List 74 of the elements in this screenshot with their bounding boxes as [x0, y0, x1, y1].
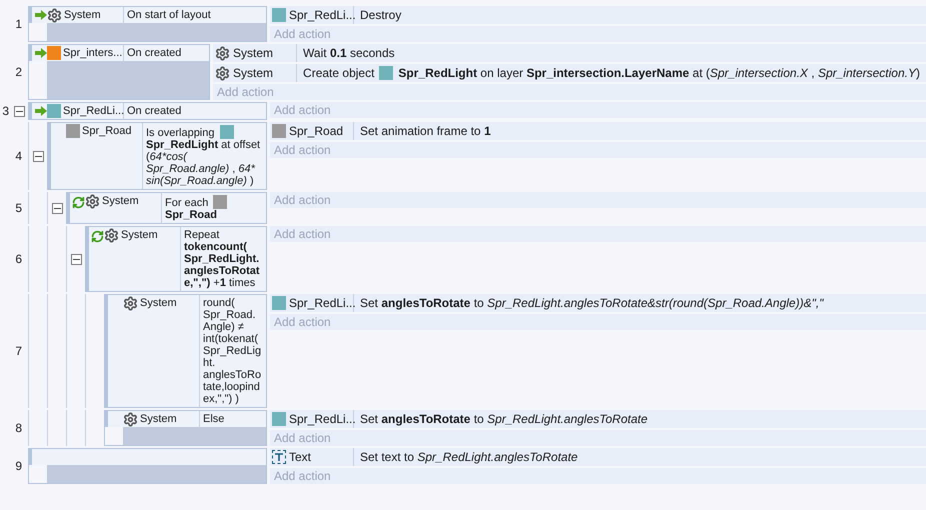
text-object-icon	[272, 450, 286, 464]
event-number: 8	[15, 420, 23, 437]
object-name: Spr_RedLi...	[289, 7, 356, 24]
gear-icon	[215, 46, 230, 60]
event-block[interactable]: System On start of layout	[28, 6, 267, 42]
trigger-arrow-icon	[35, 10, 47, 20]
action-row[interactable]: Spr_Road Set animation frame to 1	[270, 122, 926, 140]
object-name: Spr_RedLi...	[289, 295, 356, 312]
event-text: Spr_RedLight at offset (64*cos( Spr_Road.angle) , 64* sin(Spr_Road.angle) )	[146, 139, 260, 187]
object-name: System	[121, 228, 158, 243]
event-block[interactable]: Spr_Road Is overlapping Spr_RedLight at offset (64*cos( Spr_Road.angle) , 64* sin(Spr_Road.angle) )	[47, 122, 267, 190]
loop-icon	[91, 230, 104, 243]
event-text: Repeat tokencount( Spr_RedLight. anglesToRotate,",") +1 times	[184, 229, 260, 289]
event-block[interactable]: System Repeat tokencount( Spr_RedLight. anglesToRotate,",") +1 times	[85, 226, 267, 292]
event-text: Set animation frame to 1	[360, 124, 491, 138]
object-name: Spr_Road	[82, 124, 132, 139]
collapse-toggle[interactable]	[52, 202, 62, 214]
event-text: Is overlapping	[146, 127, 214, 139]
object-name: Spr_RedLi...	[63, 104, 124, 119]
event-number: 1	[15, 16, 23, 33]
object-name: System	[140, 296, 177, 311]
event-number: 5	[15, 200, 23, 217]
event-block[interactable]: System round( Spr_Road. Angle) ≠ int(tokenat( Spr_RedLight. anglesToRotate,loopindex,",") )	[104, 294, 267, 408]
action-row[interactable]: Spr_RedLi... Set anglesToRotate to Spr_RedLight.anglesToRotate&str(round(Spr_Road.Angle))&","	[270, 294, 926, 312]
event-text: Wait 0.1 seconds	[303, 46, 395, 60]
gear-icon	[85, 194, 100, 209]
event-text: round( Spr_Road. Angle) ≠ int(tokenat( Spr_RedLight. anglesToRotate,loopindex,",") )	[203, 297, 262, 405]
event-text: On start of layout	[127, 9, 211, 21]
object-name: Spr_RedLi...	[289, 411, 356, 428]
gear-icon	[123, 412, 138, 427]
event-block[interactable]: System Else	[104, 410, 267, 446]
gear-icon	[104, 228, 119, 243]
event-text: Set anglesToRotate to Spr_RedLight.anglesToRotate&str(round(Spr_Road.Angle))&","	[360, 296, 824, 310]
event-number: 9	[15, 458, 23, 475]
trigger-arrow-icon	[35, 106, 47, 116]
event-text: Set text to Spr_RedLight.anglesToRotate	[360, 450, 578, 464]
event-block[interactable]: Spr_RedLi... On created	[28, 102, 267, 120]
event-number: 7	[15, 343, 23, 360]
gear-icon	[47, 8, 62, 23]
event-number: 2	[15, 64, 23, 81]
event-text: Set anglesToRotate to Spr_RedLight.anglesToRotate	[360, 412, 648, 426]
event-text: Spr_Road	[165, 209, 217, 221]
object-name: Text	[289, 449, 312, 466]
object-name: Spr_Road	[289, 123, 344, 140]
event-text: On created	[127, 47, 182, 59]
action-row[interactable]: Text Set text to Spr_RedLight.anglesToRotate	[270, 448, 926, 466]
loop-icon	[72, 196, 85, 209]
object-name: System	[140, 412, 177, 427]
object-name: System	[102, 194, 139, 209]
collapse-toggle[interactable]	[32, 150, 44, 162]
event-number: 4	[15, 148, 23, 165]
collapse-toggle[interactable]	[14, 106, 25, 116]
event-text: Create object	[303, 66, 374, 80]
action-row[interactable]: Spr_RedLi... Set anglesToRotate to Spr_RedLight.anglesToRotate	[270, 410, 926, 428]
action-row[interactable]: System Wait 0.1 seconds	[213, 44, 926, 62]
trigger-arrow-icon	[35, 48, 47, 58]
event-block[interactable]: Spr_inters... On created	[28, 44, 210, 100]
action-row[interactable]: System Create object Spr_RedLight on layer Spr_intersection.LayerName at (Spr_intersection.X , Spr_intersection.Y)	[213, 64, 926, 82]
object-name: Spr_inters...	[63, 46, 122, 61]
object-name: System	[233, 45, 274, 62]
event-number: 6	[15, 251, 23, 268]
action-row[interactable]: Spr_RedLi... Destroy	[270, 6, 926, 24]
event-number: 3	[2, 103, 10, 120]
event-text: For each	[165, 197, 208, 209]
event-text: Spr_RedLight on layer Spr_intersection.LayerName at (Spr_intersection.X , Spr_intersection.Y)	[398, 66, 920, 80]
gear-icon	[123, 296, 138, 311]
object-name: System	[233, 65, 274, 82]
event-block[interactable]: System For each Spr_Road	[66, 192, 267, 224]
gear-icon	[215, 66, 230, 80]
event-text: Destroy	[360, 8, 402, 22]
event-text: Else	[203, 413, 224, 425]
collapse-toggle[interactable]	[70, 254, 82, 264]
object-name: System	[64, 8, 101, 23]
event-text: On created	[127, 105, 182, 117]
